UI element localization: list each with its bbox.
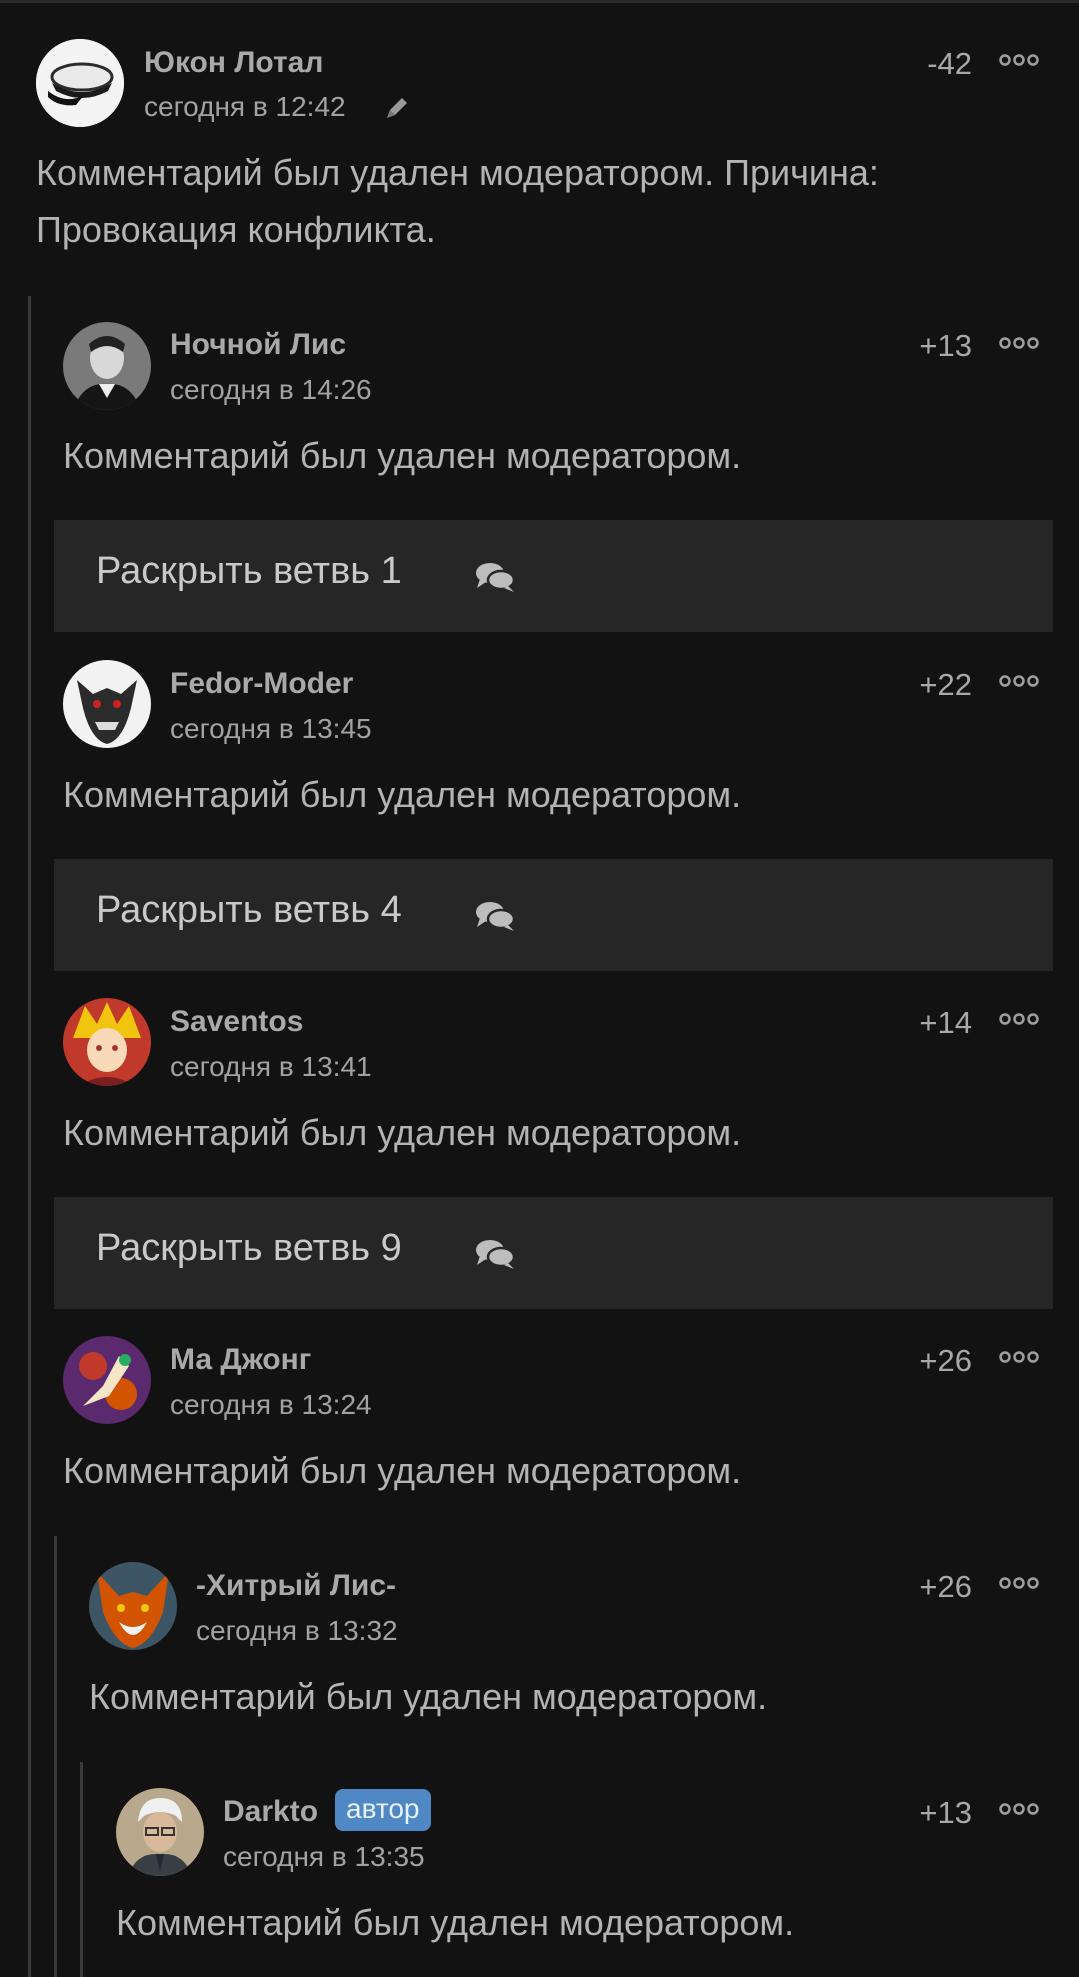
comment-text: Комментарий был удален модератором. <box>116 1902 795 1943</box>
expand-branch-button[interactable]: Раскрыть ветвь 9 <box>54 1197 1053 1309</box>
comment-text: Комментарий был удален модератором. <box>63 1450 742 1491</box>
comments-icon <box>476 563 516 592</box>
more-options-icon[interactable] <box>999 1350 1039 1364</box>
more-options-icon[interactable] <box>999 1576 1039 1590</box>
rating: +13 <box>919 1795 972 1830</box>
comment-text: Комментарий был удален модератором. Прич… <box>36 152 879 250</box>
more-options-icon[interactable] <box>999 53 1039 67</box>
comment-time[interactable]: сегодня в 13:24 <box>170 1389 372 1421</box>
avatar[interactable] <box>63 322 151 410</box>
top-divider <box>0 0 1079 3</box>
thread-line-level-2 <box>54 1536 57 1977</box>
expand-branch-button[interactable]: Раскрыть ветвь 1 <box>54 520 1053 632</box>
expand-branch-button[interactable]: Раскрыть ветвь 4 <box>54 859 1053 971</box>
avatar[interactable] <box>63 660 151 748</box>
more-options-icon[interactable] <box>999 674 1039 688</box>
comment-time[interactable]: сегодня в 13:32 <box>196 1615 398 1647</box>
author-name[interactable]: Saventos <box>170 1005 303 1039</box>
more-options-icon[interactable] <box>999 1012 1039 1026</box>
expand-branch-label: Раскрыть ветвь 1 <box>96 550 402 592</box>
rating: +26 <box>919 1343 972 1378</box>
rating: +14 <box>919 1005 972 1040</box>
author-name[interactable]: Darkto <box>223 1795 318 1829</box>
author-name[interactable]: Ночной Лис <box>170 328 346 362</box>
thread-line-level-1 <box>28 296 31 1977</box>
author-name[interactable]: Ма Джонг <box>170 1343 311 1377</box>
avatar[interactable] <box>36 39 124 127</box>
comments-icon <box>476 1240 516 1269</box>
comment-time[interactable]: сегодня в 12:42 <box>144 91 346 123</box>
more-options-icon[interactable] <box>999 1802 1039 1816</box>
comment-time[interactable]: сегодня в 13:35 <box>223 1841 425 1873</box>
comment-text: Комментарий был удален модератором. <box>63 774 742 815</box>
comment-text: Комментарий был удален модератором. <box>63 435 742 476</box>
author-name[interactable]: -Хитрый Лис- <box>196 1569 396 1603</box>
avatar[interactable] <box>63 998 151 1086</box>
avatar[interactable] <box>89 1562 177 1650</box>
rating: +13 <box>919 328 972 363</box>
comment-time[interactable]: сегодня в 13:45 <box>170 713 372 745</box>
author-badge: автор <box>335 1789 431 1831</box>
comment-time[interactable]: сегодня в 14:26 <box>170 374 372 406</box>
author-name[interactable]: Юкон Лотал <box>144 46 323 80</box>
rating: +22 <box>919 667 972 702</box>
more-options-icon[interactable] <box>999 336 1039 350</box>
author-name[interactable]: Fedor-Moder <box>170 667 353 701</box>
comments-icon <box>476 902 516 931</box>
comment-time[interactable]: сегодня в 13:41 <box>170 1051 372 1083</box>
pencil-icon <box>387 98 407 118</box>
expand-branch-label: Раскрыть ветвь 4 <box>96 889 402 931</box>
avatar[interactable] <box>116 1788 204 1876</box>
rating: -42 <box>927 46 972 81</box>
expand-branch-label: Раскрыть ветвь 9 <box>96 1227 402 1269</box>
rating: +26 <box>919 1569 972 1604</box>
comment-text: Комментарий был удален модератором. <box>63 1112 742 1153</box>
thread-line-level-3 <box>80 1762 83 1977</box>
avatar[interactable] <box>63 1336 151 1424</box>
comment-text: Комментарий был удален модератором. <box>89 1676 768 1717</box>
